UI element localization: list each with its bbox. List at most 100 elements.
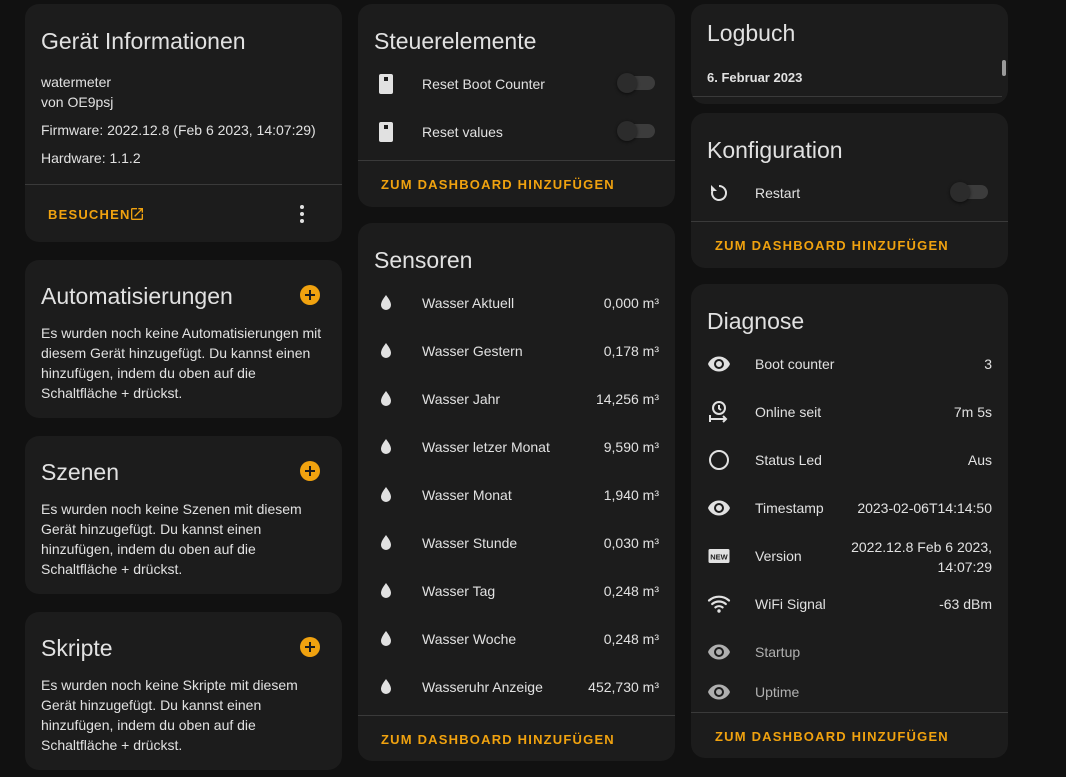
sensor-row[interactable]: Wasser Woche 0,248 m³ bbox=[358, 615, 675, 663]
diag-label: Timestamp bbox=[755, 500, 824, 516]
scripts-title: Skripte bbox=[41, 635, 113, 661]
configuration-card: Konfiguration Restart ZUM DASHBOARD HINZ… bbox=[691, 113, 1008, 268]
scripts-card: Skripte Es wurden noch keine Skripte mit… bbox=[25, 612, 342, 770]
eye-icon bbox=[707, 352, 731, 376]
sensor-label: Wasser Monat bbox=[422, 487, 512, 503]
diag-label: Version bbox=[755, 548, 802, 564]
automations-card: Automatisierungen Es wurden noch keine A… bbox=[25, 260, 342, 418]
water-drop-icon bbox=[374, 627, 398, 651]
diag-row-online-since[interactable]: Online seit 7m 5s bbox=[691, 388, 1008, 436]
diag-value: 2023-02-06T14:14:50 bbox=[857, 500, 992, 516]
sensor-value: 0,178 m³ bbox=[603, 343, 659, 359]
diag-value: -63 dBm bbox=[939, 596, 992, 612]
controls-card: Steuerelemente Reset Boot Counter Reset … bbox=[358, 4, 675, 207]
restart-icon bbox=[707, 181, 731, 205]
eye-icon bbox=[707, 640, 731, 664]
divider bbox=[358, 715, 675, 716]
scenes-card: Szenen Es wurden noch keine Szenen mit d… bbox=[25, 436, 342, 594]
button-icon bbox=[374, 120, 398, 144]
divider bbox=[691, 221, 1008, 222]
add-automation-button[interactable] bbox=[300, 285, 320, 305]
diag-label: Boot counter bbox=[755, 356, 835, 372]
diag-row-version[interactable]: NEW Version 2022.12.8 Feb 6 2023, 14:07:… bbox=[691, 532, 1008, 580]
diag-label: WiFi Signal bbox=[755, 596, 826, 612]
logbook-date: 6. Februar 2023 bbox=[707, 70, 803, 85]
automations-title: Automatisierungen bbox=[41, 283, 233, 309]
sensor-row[interactable]: Wasser Tag 0,248 m³ bbox=[358, 567, 675, 615]
diag-row-status-led[interactable]: Status Led Aus bbox=[691, 436, 1008, 484]
sensor-row[interactable]: Wasseruhr Anzeige 452,730 m³ bbox=[358, 663, 675, 711]
water-drop-icon bbox=[374, 387, 398, 411]
reset-values-toggle[interactable] bbox=[617, 121, 655, 141]
device-info-card: Gerät Informationen watermeter von OE9ps… bbox=[25, 4, 342, 242]
scenes-empty-text: Es wurden noch keine Szenen mit diesem G… bbox=[41, 501, 302, 577]
logbook-card: Logbuch 6. Februar 2023 bbox=[691, 4, 1008, 104]
sensor-row[interactable]: Wasser letzer Monat 9,590 m³ bbox=[358, 423, 675, 471]
sensors-add-to-dashboard-button[interactable]: ZUM DASHBOARD HINZUFÜGEN bbox=[381, 732, 615, 747]
version-line-2: 14:07:29 bbox=[937, 559, 993, 575]
device-hardware: Hardware: 1.1.2 bbox=[41, 150, 141, 166]
controls-title: Steuerelemente bbox=[374, 28, 537, 54]
version-line-1: 2022.12.8 Feb 6 2023, bbox=[851, 539, 992, 555]
sensor-value: 0,248 m³ bbox=[603, 583, 659, 599]
sensor-row[interactable]: Wasser Gestern 0,178 m³ bbox=[358, 327, 675, 375]
water-drop-icon bbox=[374, 339, 398, 363]
visit-button-label: BESUCHEN bbox=[48, 207, 131, 222]
logbook-title: Logbuch bbox=[707, 20, 796, 46]
device-firmware: Firmware: 2022.12.8 (Feb 6 2023, 14:07:2… bbox=[41, 122, 316, 138]
restart-toggle[interactable] bbox=[950, 182, 988, 202]
diagnostics-add-to-dashboard-button[interactable]: ZUM DASHBOARD HINZUFÜGEN bbox=[715, 729, 949, 744]
control-label: Reset values bbox=[422, 124, 503, 140]
sensor-row[interactable]: Wasser Stunde 0,030 m³ bbox=[358, 519, 675, 567]
device-info-title: Gerät Informationen bbox=[41, 28, 246, 54]
sensor-label: Wasser Stunde bbox=[422, 535, 518, 551]
controls-add-to-dashboard-button[interactable]: ZUM DASHBOARD HINZUFÜGEN bbox=[381, 177, 615, 192]
visit-button[interactable]: BESUCHEN bbox=[48, 207, 131, 222]
diag-label: Uptime bbox=[755, 684, 800, 700]
circle-outline-icon bbox=[707, 448, 731, 472]
water-drop-icon bbox=[374, 435, 398, 459]
diag-row-timestamp[interactable]: Timestamp 2023-02-06T14:14:50 bbox=[691, 484, 1008, 532]
sensor-label: Wasser letzer Monat bbox=[422, 439, 550, 455]
sensor-row[interactable]: Wasser Aktuell 0,000 m³ bbox=[358, 279, 675, 327]
control-row-reset-values[interactable]: Reset values bbox=[358, 108, 675, 156]
logbook-scrollbar[interactable] bbox=[1002, 60, 1006, 76]
scenes-title: Szenen bbox=[41, 459, 120, 485]
automations-empty-text: Es wurden noch keine Automatisierungen m… bbox=[41, 325, 322, 401]
diag-row-uptime[interactable]: Uptime bbox=[691, 668, 1008, 716]
sensor-label: Wasser Woche bbox=[422, 631, 517, 647]
sensor-row[interactable]: Wasser Jahr 14,256 m³ bbox=[358, 375, 675, 423]
more-vert-icon[interactable] bbox=[290, 202, 314, 226]
scripts-empty-text: Es wurden noch keine Skripte mit diesem … bbox=[41, 677, 298, 753]
divider bbox=[691, 96, 1002, 97]
diag-row-wifi-signal[interactable]: WiFi Signal -63 dBm bbox=[691, 580, 1008, 628]
control-label: Reset Boot Counter bbox=[422, 76, 545, 92]
sensor-label: Wasser Jahr bbox=[422, 391, 501, 407]
config-label: Restart bbox=[755, 185, 801, 201]
sensor-label: Wasser Tag bbox=[422, 583, 496, 599]
diag-row-boot-counter[interactable]: Boot counter 3 bbox=[691, 340, 1008, 388]
water-drop-icon bbox=[374, 531, 398, 555]
diag-label: Online seit bbox=[755, 404, 822, 420]
sensor-value: 1,940 m³ bbox=[603, 487, 659, 503]
divider bbox=[358, 160, 675, 161]
diag-value: 7m 5s bbox=[953, 404, 992, 420]
configuration-add-to-dashboard-button[interactable]: ZUM DASHBOARD HINZUFÜGEN bbox=[715, 238, 949, 253]
sensor-label: Wasser Aktuell bbox=[422, 295, 515, 311]
eye-icon bbox=[707, 496, 731, 520]
diag-label: Status Led bbox=[755, 452, 822, 468]
divider bbox=[25, 184, 342, 185]
open-in-new-icon[interactable] bbox=[129, 206, 145, 222]
control-row-reset-boot-counter[interactable]: Reset Boot Counter bbox=[358, 60, 675, 108]
add-script-button[interactable] bbox=[300, 637, 320, 657]
new-box-icon: NEW bbox=[707, 544, 731, 568]
diag-value: 2022.12.8 Feb 6 2023, 14:07:29 bbox=[851, 537, 992, 577]
sensor-row[interactable]: Wasser Monat 1,940 m³ bbox=[358, 471, 675, 519]
svg-text:NEW: NEW bbox=[710, 553, 728, 562]
add-scene-button[interactable] bbox=[300, 461, 320, 481]
device-model: watermeter bbox=[41, 74, 112, 90]
diag-value: Aus bbox=[967, 452, 992, 468]
config-row-restart[interactable]: Restart bbox=[691, 169, 1008, 217]
water-drop-icon bbox=[374, 675, 398, 699]
reset-boot-counter-toggle[interactable] bbox=[617, 73, 655, 93]
